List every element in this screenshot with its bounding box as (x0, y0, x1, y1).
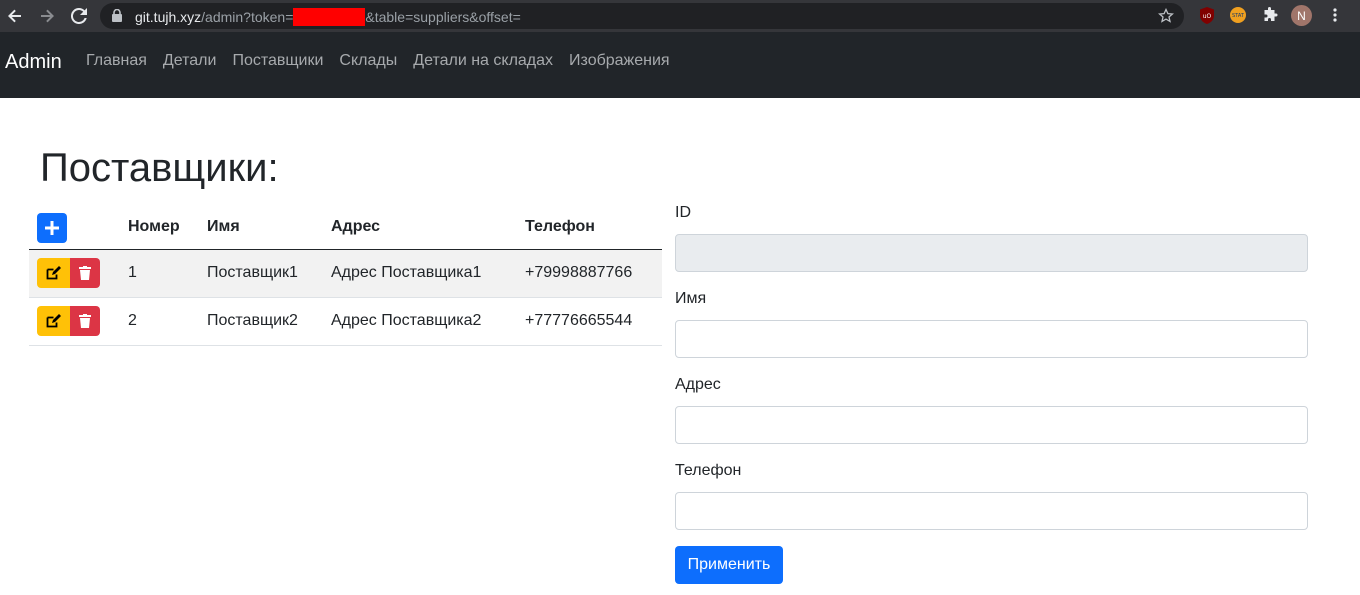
url-text: git.tujh.xyz/admin?token= &table=supplier… (135, 8, 521, 26)
cell-number: 1 (128, 249, 207, 298)
edit-button[interactable] (37, 258, 70, 288)
column-header-address: Адрес (331, 205, 525, 250)
navbar-brand[interactable]: Admin (5, 51, 62, 74)
table-header-row: Номер Имя Адрес Телефон (29, 205, 662, 250)
nav-link-warehouses[interactable]: Склады (339, 52, 397, 70)
edit-icon (46, 266, 61, 280)
stat-extension-icon[interactable]: STAT (1228, 5, 1248, 25)
back-icon[interactable] (2, 3, 28, 29)
table-row: 2 Поставщик2 Адрес Поставщика2 +77776665… (29, 297, 662, 346)
nav-link-details[interactable]: Детали (163, 52, 217, 70)
menu-kebab-icon[interactable] (1325, 5, 1345, 25)
cell-number: 2 (128, 297, 207, 346)
suppliers-table: Номер Имя Адрес Телефон 1 Поставщик1 Адр… (29, 205, 662, 346)
cell-name: Поставщик2 (207, 297, 331, 346)
name-field[interactable] (675, 320, 1308, 358)
trash-icon (79, 314, 91, 328)
row-actions (37, 306, 100, 336)
bookmark-star-icon[interactable] (1158, 7, 1174, 27)
column-header-number: Номер (128, 205, 207, 250)
address-bar[interactable]: git.tujh.xyz/admin?token= &table=supplier… (100, 3, 1184, 29)
phone-label: Телефон (675, 462, 742, 479)
id-label: ID (675, 204, 691, 221)
add-supplier-button[interactable] (37, 212, 67, 243)
delete-button[interactable] (70, 306, 100, 336)
name-label: Имя (675, 290, 707, 307)
forward-icon[interactable] (34, 3, 60, 29)
row-actions (37, 258, 100, 288)
cell-address: Адрес Поставщика1 (331, 249, 525, 298)
nav-links: Главная Детали Поставщики Склады Детали … (86, 52, 686, 70)
page-title: Поставщики: (40, 146, 279, 190)
edit-icon (46, 314, 61, 328)
cell-phone: +79998887766 (525, 249, 662, 298)
svg-text:uO: uO (1203, 13, 1212, 20)
nav-link-images[interactable]: Изображения (569, 52, 670, 70)
edit-button[interactable] (37, 306, 70, 336)
nav-link-home[interactable]: Главная (86, 52, 147, 70)
id-field (675, 234, 1308, 272)
table-row: 1 Поставщик1 Адрес Поставщика1 +79998887… (29, 249, 662, 298)
trash-icon (79, 266, 91, 280)
profile-avatar[interactable]: N (1291, 5, 1312, 26)
address-label: Адрес (675, 376, 721, 393)
address-field[interactable] (675, 406, 1308, 444)
ublock-extension-icon[interactable]: uO (1197, 5, 1217, 25)
browser-toolbar: git.tujh.xyz/admin?token= &table=supplier… (0, 0, 1360, 32)
apply-button[interactable]: Применить (675, 546, 783, 584)
plus-icon (45, 220, 59, 235)
cell-name: Поставщик1 (207, 249, 331, 298)
lock-icon (112, 8, 122, 25)
phone-field[interactable] (675, 492, 1308, 530)
cell-phone: +77776665544 (525, 297, 662, 346)
app-navbar: Admin Главная Детали Поставщики Склады Д… (0, 32, 1360, 98)
nav-link-suppliers[interactable]: Поставщики (232, 52, 323, 70)
svg-text:STAT: STAT (1232, 13, 1245, 19)
extensions-puzzle-icon[interactable] (1260, 5, 1280, 25)
redacted-token (293, 8, 366, 26)
column-header-name: Имя (207, 205, 331, 250)
nav-link-warehouse-details[interactable]: Детали на складах (413, 52, 553, 70)
column-header-phone: Телефон (525, 205, 662, 250)
cell-address: Адрес Поставщика2 (331, 297, 525, 346)
delete-button[interactable] (70, 258, 100, 288)
reload-icon[interactable] (66, 3, 92, 29)
